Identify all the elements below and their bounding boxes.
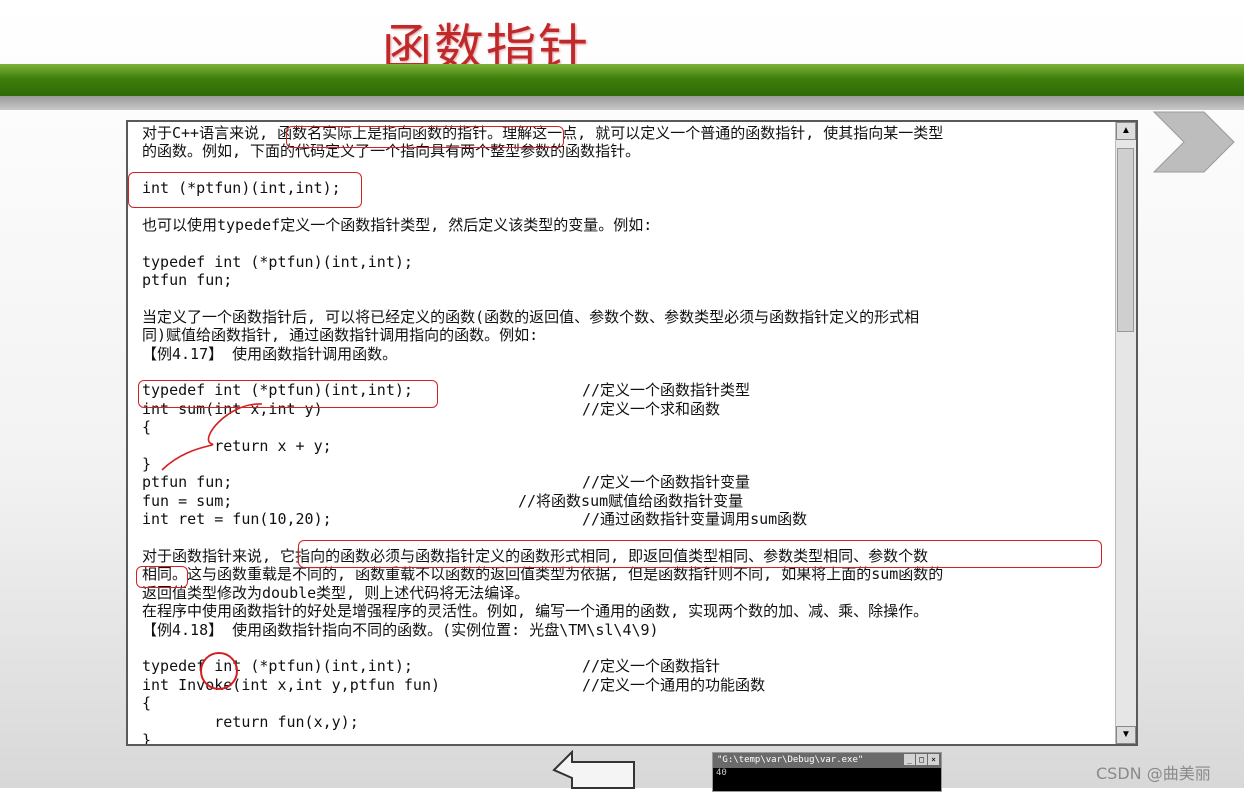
line-text: 对于函数指针来说, 它指向的函数必须与函数指针定义的函数形式相同, 即返回值类型… <box>142 546 929 565</box>
document-line: int Invoke(int x,int y,ptfun fun) //定义一个通… <box>142 676 1116 694</box>
line-text: typedef int (*ptfun)(int,int); <box>142 381 413 400</box>
document-line: 对于函数指针来说, 它指向的函数必须与函数指针定义的函数形式相同, 即返回值类型… <box>142 547 1116 565</box>
document-line: fun = sum; //将函数sum赋值给函数指针变量 <box>142 492 1116 510</box>
console-output: 40 <box>716 768 727 778</box>
line-text: typedef int (*ptfun)(int,int); <box>142 252 413 271</box>
line-text: { <box>142 418 152 437</box>
document-line: 对于C++语言来说, 函数名实际上是指向函数的指针。理解这一点, 就可以定义一个… <box>142 124 1116 142</box>
code-comment: //通过函数指针变量调用sum函数 <box>582 510 808 529</box>
document-line: 的函数。例如, 下面的代码定义了一个指向具有两个整型参数的函数指针。 <box>142 142 1116 160</box>
line-text: 相同。这与函数重载是不同的, 函数重载不以函数的返回值类型为依据, 但是函数指针… <box>142 565 944 584</box>
line-text: fun = sum; <box>142 491 233 510</box>
code-comment: //将函数sum赋值给函数指针变量 <box>518 491 744 510</box>
document-line: typedef int (*ptfun)(int,int); //定义一个函数指针… <box>142 381 1116 399</box>
code-comment: //定义一个求和函数 <box>582 399 721 418</box>
minimize-button[interactable]: _ <box>904 754 915 765</box>
console-title: "G:\temp\var\Debug\var.exe" <box>717 755 864 765</box>
close-button[interactable]: × <box>928 754 939 765</box>
line-text: 【例4.17】 使用函数指针调用函数。 <box>142 344 398 363</box>
document-line: 相同。这与函数重载是不同的, 函数重载不以函数的返回值类型为依据, 但是函数指针… <box>142 565 1116 583</box>
document-line: 也可以使用typedef定义一个函数指针类型, 然后定义该类型的变量。例如: <box>142 216 1116 234</box>
document-line: int (*ptfun)(int,int); <box>142 179 1116 197</box>
header-bar <box>0 64 1244 96</box>
line-text: 返回值类型修改为double类型, 则上述代码将无法编译。 <box>142 583 530 602</box>
line-text: } <box>142 730 152 746</box>
line-text: ptfun fun; <box>142 271 233 290</box>
console-window[interactable]: "G:\temp\var\Debug\var.exe" _ □ × 40 <box>712 752 942 792</box>
document-window: 对于C++语言来说, 函数名实际上是指向函数的指针。理解这一点, 就可以定义一个… <box>126 120 1138 746</box>
line-text: typedef int (*ptfun)(int,int); <box>142 657 413 676</box>
document-line: 当定义了一个函数指针后, 可以将已经定义的函数(函数的返回值、参数个数、参数类型… <box>142 308 1116 326</box>
scroll-thumb[interactable] <box>1117 148 1134 332</box>
code-comment: //定义一个函数指针类型 <box>582 381 751 400</box>
document-line: 在程序中使用函数指针的好处是增强程序的灵活性。例如, 编写一个通用的函数, 实现… <box>142 602 1116 620</box>
document-line: 【例4.17】 使用函数指针调用函数。 <box>142 345 1116 363</box>
document-text: 对于C++语言来说, 函数名实际上是指向函数的指针。理解这一点, 就可以定义一个… <box>142 124 1116 746</box>
document-line: typedef int (*ptfun)(int,int); <box>142 253 1116 271</box>
line-text: 的函数。例如, 下面的代码定义了一个指向具有两个整型参数的函数指针。 <box>142 142 641 161</box>
scroll-up-button[interactable]: ▲ <box>1116 122 1136 140</box>
line-text: 在程序中使用函数指针的好处是增强程序的灵活性。例如, 编写一个通用的函数, 实现… <box>142 602 929 621</box>
maximize-button[interactable]: □ <box>916 754 927 765</box>
document-line: int sum(int x,int y)//定义一个求和函数 <box>142 400 1116 418</box>
next-slide-arrow-icon[interactable] <box>1152 110 1236 174</box>
line-text: 也可以使用typedef定义一个函数指针类型, 然后定义该类型的变量。例如: <box>142 215 653 234</box>
line-text: int (*ptfun)(int,int); <box>142 179 341 198</box>
line-text: int ret = fun(10,20); <box>142 510 332 529</box>
annotation-stroke <box>161 403 263 471</box>
document-line: 【例4.18】 使用函数指针指向不同的函数。(实例位置: 光盘\TM\sl\4\… <box>142 621 1116 639</box>
line-text: 当定义了一个函数指针后, 可以将已经定义的函数(函数的返回值、参数个数、参数类型… <box>142 307 920 326</box>
document-line: ptfun fun; <box>142 271 1116 289</box>
document-line: } <box>142 455 1116 473</box>
document-line: { <box>142 694 1116 712</box>
line-text: 【例4.18】 使用函数指针指向不同的函数。(实例位置: 光盘\TM\sl\4\… <box>142 620 659 639</box>
document-line: ptfun fun; //定义一个函数指针变量 <box>142 473 1116 491</box>
code-comment: //定义一个函数指针变量 <box>582 473 751 492</box>
line-text: return fun(x,y); <box>142 712 359 731</box>
code-comment: //定义一个函数指针 <box>582 657 721 676</box>
document-line: } <box>142 730 1116 746</box>
scroll-down-button[interactable]: ▼ <box>1116 726 1136 744</box>
vertical-scrollbar[interactable]: ▲ ▼ <box>1115 122 1136 744</box>
line-text: 对于C++语言来说, 函数名实际上是指向函数的指针。理解这一点, 就可以定义一个… <box>142 124 944 142</box>
line-text: int Invoke(int x,int y,ptfun fun) <box>142 675 441 694</box>
line-text: } <box>142 455 152 474</box>
watermark: CSDN @曲美丽 <box>1096 764 1211 783</box>
document-line: 同)赋值给函数指针, 通过函数指针调用指向的函数。例如: <box>142 326 1116 344</box>
annotation-circle <box>200 652 238 690</box>
previous-slide-arrow-icon[interactable] <box>552 750 638 790</box>
code-comment: //定义一个通用的功能函数 <box>582 675 766 694</box>
line-text: { <box>142 694 152 713</box>
document-line: return fun(x,y); <box>142 713 1116 731</box>
document-line: return x + y; <box>142 437 1116 455</box>
line-text: ptfun fun; <box>142 473 233 492</box>
document-line: 返回值类型修改为double类型, 则上述代码将无法编译。 <box>142 584 1116 602</box>
document-line: int ret = fun(10,20); //通过函数指针变量调用sum函数 <box>142 510 1116 528</box>
line-text: 同)赋值给函数指针, 通过函数指针调用指向的函数。例如: <box>142 326 539 345</box>
document-line: { <box>142 418 1116 436</box>
header-divider <box>0 96 1244 110</box>
document-line: typedef int (*ptfun)(int,int); //定义一个函数指针 <box>142 657 1116 675</box>
